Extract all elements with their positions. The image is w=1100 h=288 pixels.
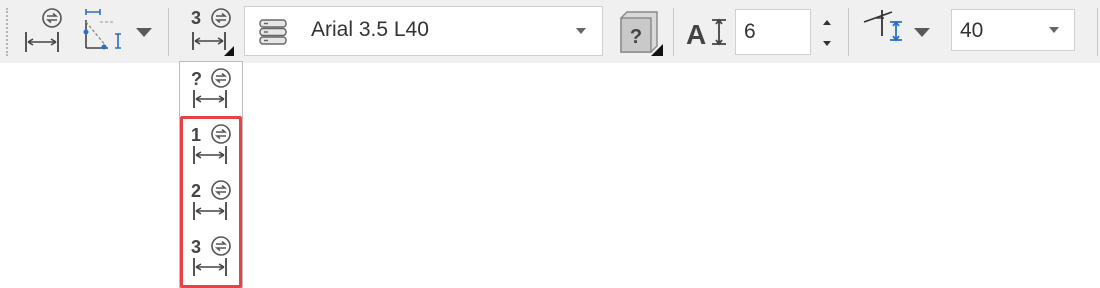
dimension-style-menu-item[interactable]: ?	[180, 64, 242, 118]
text-angle-button[interactable]	[862, 8, 906, 54]
angle-combobox[interactable]: 40	[951, 9, 1075, 51]
text-height-increment-button[interactable]	[814, 12, 840, 32]
dimension-settings-icon	[25, 8, 62, 52]
text-angle-icon	[863, 10, 902, 42]
dimension-attach-dropdown-arrow[interactable]	[134, 25, 154, 39]
chevron-down-icon	[136, 28, 152, 37]
menu-selection-highlight	[180, 116, 242, 288]
chevron-down-icon	[914, 28, 930, 37]
toolbar: 3 Arial 3.5 L40 ? A 6 40	[0, 0, 1100, 63]
database-icon	[259, 19, 287, 45]
text-height-input[interactable]: 6	[735, 9, 811, 55]
dimension-attach-button[interactable]	[80, 8, 128, 56]
font-style-value: Arial 3.5 L40	[311, 18, 429, 41]
toolbar-separator	[848, 8, 849, 56]
svg-text:?: ?	[630, 26, 642, 48]
chevron-down-icon	[823, 41, 831, 46]
style-info-button[interactable]: ?	[617, 8, 665, 56]
chevron-down-icon	[1049, 27, 1059, 33]
angle-value: 40	[960, 19, 984, 42]
toolbar-separator	[673, 8, 674, 56]
chevron-up-icon	[823, 20, 831, 25]
dimension-style-button[interactable]: 3	[188, 6, 236, 56]
svg-text:A: A	[686, 19, 706, 47]
font-style-combobox[interactable]: Arial 3.5 L40	[244, 6, 603, 56]
text-height-decrement-button[interactable]	[814, 34, 840, 54]
text-angle-dropdown-arrow[interactable]	[912, 25, 932, 39]
question-box-icon: ?	[620, 11, 663, 56]
text-height-value: 6	[744, 20, 756, 43]
text-height-icon: A	[686, 18, 726, 47]
dimension-style-icon	[192, 8, 234, 56]
chevron-down-icon	[576, 28, 586, 34]
toolbar-separator	[168, 8, 169, 56]
toolbar-separator	[1097, 8, 1098, 56]
dimension-settings-button[interactable]	[22, 6, 70, 58]
toolbar-grip	[6, 8, 8, 56]
dimension-style-icon	[193, 68, 231, 108]
dimension-attach-icon	[83, 9, 121, 50]
